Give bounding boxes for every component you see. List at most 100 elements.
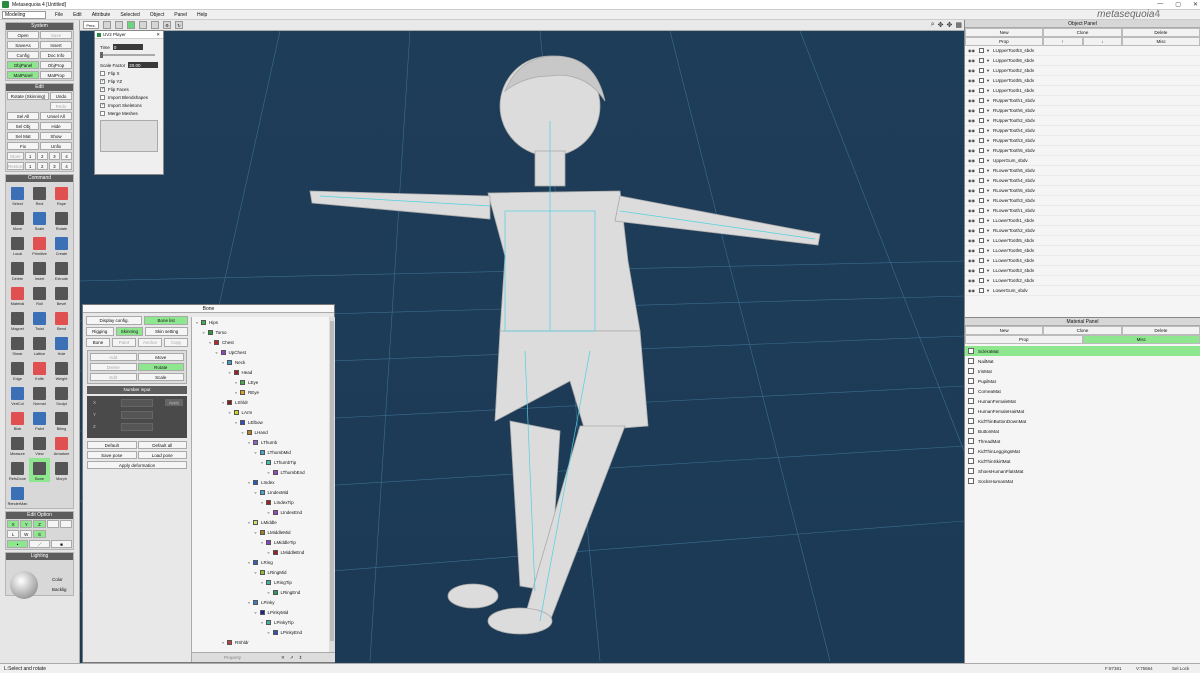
- matprop-button[interactable]: MatProp: [40, 71, 72, 79]
- object-misc-button[interactable]: Misc: [1122, 37, 1200, 46]
- object-row[interactable]: ◉◉ ▼ LLowerTooth2_sbdv: [965, 276, 1200, 286]
- command-refsdone[interactable]: RefsDone: [7, 458, 28, 482]
- pan-icon[interactable]: ✥: [938, 21, 944, 29]
- fix-button[interactable]: Fix: [7, 142, 39, 150]
- checkbox[interactable]: ✓: [100, 78, 105, 84]
- object-row[interactable]: ◉◉ ▼ RUpperTooth3_sbdv: [965, 136, 1200, 146]
- visibility-icon[interactable]: ◉◉: [968, 278, 977, 283]
- delete-bone-button[interactable]: Delete: [90, 363, 137, 371]
- bone-node-lpinky[interactable]: ▿ LPinky: [192, 597, 335, 607]
- visibility-icon[interactable]: ◉◉: [968, 268, 977, 273]
- expand-arrow-icon[interactable]: ▼: [986, 258, 991, 263]
- rotate-view-icon[interactable]: ✥: [947, 21, 953, 29]
- command-insert[interactable]: Insert: [29, 258, 50, 282]
- bone-node-lpinkytip[interactable]: ▿ LPinkyTip: [192, 617, 335, 627]
- object-new-button[interactable]: New: [965, 28, 1044, 37]
- lock-checkbox[interactable]: [979, 158, 984, 163]
- visibility-icon[interactable]: ◉◉: [968, 148, 977, 153]
- material-prop-button[interactable]: Prop: [965, 335, 1083, 344]
- material-row[interactable]: ScleraMat: [965, 346, 1200, 356]
- lock-checkbox[interactable]: [979, 68, 984, 73]
- command-primitive[interactable]: Primitive: [29, 233, 50, 257]
- command-roll[interactable]: Roll: [29, 283, 50, 307]
- option-flip-faces[interactable]: ✓ Flip Faces: [95, 85, 163, 93]
- visibility-icon[interactable]: ◉◉: [968, 208, 977, 213]
- lock-checkbox[interactable]: [979, 98, 984, 103]
- mode-select[interactable]: Modeling: [2, 10, 46, 19]
- visibility-icon[interactable]: ◉◉: [968, 48, 977, 53]
- expand-arrow-icon[interactable]: ▼: [986, 198, 991, 203]
- material-row[interactable]: HumanFemaleMat: [965, 396, 1200, 406]
- bone-node-lindexend[interactable]: ▿ LIndexEnd: [192, 507, 335, 517]
- lock-checkbox[interactable]: [979, 168, 984, 173]
- sel-all-button[interactable]: Sel All: [7, 112, 39, 120]
- bone-node-lshldr[interactable]: ▿ LShldr: [192, 397, 335, 407]
- lock-checkbox[interactable]: [979, 248, 984, 253]
- object-prop-button[interactable]: Prop: [965, 37, 1043, 46]
- undo-button[interactable]: Undo: [50, 92, 72, 100]
- expand-arrow-icon[interactable]: ▼: [986, 78, 991, 83]
- light-sphere[interactable]: [10, 571, 38, 599]
- bone-node-lhand[interactable]: ▿ LHand: [192, 427, 335, 437]
- expand-arrow-icon[interactable]: ▼: [986, 268, 991, 273]
- lock-checkbox[interactable]: [979, 228, 984, 233]
- command-material[interactable]: Material: [7, 283, 28, 307]
- visibility-icon[interactable]: ◉◉: [968, 88, 977, 93]
- command-hole[interactable]: Hole: [51, 333, 72, 357]
- visibility-icon[interactable]: ◉◉: [968, 238, 977, 243]
- rotate-button[interactable]: Rotate: [137, 363, 184, 371]
- visibility-icon[interactable]: ◉◉: [968, 158, 977, 163]
- menu-file[interactable]: File: [50, 12, 68, 18]
- unfix-button[interactable]: Unfix: [40, 142, 72, 150]
- save-pose-button[interactable]: Save pose: [87, 451, 137, 459]
- command-rect[interactable]: Rect: [29, 183, 50, 207]
- snap-icon[interactable]: [46, 520, 59, 528]
- expand-arrow-icon[interactable]: ▼: [986, 208, 991, 213]
- light-icon[interactable]: [139, 21, 147, 29]
- bone-node-reye[interactable]: ▿ REye: [192, 387, 335, 397]
- bone-node-lthumbmid[interactable]: ▿ LThumbMid: [192, 447, 335, 457]
- object-row[interactable]: ◉◉ ▼ LLowerTooth6_sbdv: [965, 246, 1200, 256]
- command-twist[interactable]: Twist: [29, 308, 50, 332]
- material-row[interactable]: ThreadMat: [965, 436, 1200, 446]
- apply-deformation-button[interactable]: Apply deformation: [87, 461, 187, 469]
- sym-icon[interactable]: [59, 520, 73, 528]
- bone-node-leye[interactable]: ▿ LEye: [192, 377, 335, 387]
- lock-checkbox[interactable]: [979, 198, 984, 203]
- maximize-button[interactable]: ▢: [1175, 1, 1181, 8]
- object-row[interactable]: ◉◉ ▼ LLowerTooth4_sbdv: [965, 256, 1200, 266]
- visibility-icon[interactable]: ◉◉: [968, 178, 977, 183]
- material-row[interactable]: ButtonMat: [965, 426, 1200, 436]
- lock-checkbox[interactable]: [979, 88, 984, 93]
- material-row[interactable]: PupilMat: [965, 376, 1200, 386]
- expand-arrow-icon[interactable]: ▼: [986, 178, 991, 183]
- lock-checkbox[interactable]: [979, 258, 984, 263]
- bone-node-lelbow[interactable]: ▿ LElbow: [192, 417, 335, 427]
- object-row[interactable]: ◉◉ ▼ LUpperTooth6_sbdv: [965, 56, 1200, 66]
- x-input[interactable]: [121, 399, 153, 407]
- sel-obj-button[interactable]: Sel Obj: [7, 122, 39, 130]
- show-button[interactable]: Show: [40, 132, 72, 140]
- restore-slot-4[interactable]: 4: [60, 162, 73, 170]
- menu-edit[interactable]: Edit: [68, 12, 87, 18]
- object-row[interactable]: ◉◉ ▼ LUpperTooth2_sbdv: [965, 66, 1200, 76]
- command-lattice[interactable]: Lattice: [29, 333, 50, 357]
- object-row[interactable]: ◉◉ ▼ RUpperTooth4_sbdv: [965, 126, 1200, 136]
- object-row[interactable]: ◉◉ ▼ RLowerTooth5_sbdv: [965, 186, 1200, 196]
- bone-node-lmiddlemid[interactable]: ▿ LMiddleMid: [192, 527, 335, 537]
- object-row[interactable]: ◉◉ ▼ RUpperTooth1_sbdv: [965, 96, 1200, 106]
- expand-arrow-icon[interactable]: ▼: [986, 148, 991, 153]
- material-clone-button[interactable]: Clone: [1043, 326, 1122, 335]
- object-clone-button[interactable]: Clone: [1043, 28, 1122, 37]
- lock-checkbox[interactable]: [979, 238, 984, 243]
- menu-selected[interactable]: Selected: [115, 12, 144, 18]
- option-flip-x[interactable]: Flip X: [95, 69, 163, 77]
- close-icon[interactable]: ✕: [281, 655, 285, 661]
- zoom-icon[interactable]: ⌕: [931, 21, 935, 29]
- object-row[interactable]: ◉◉ ▼ LLowerTooth1_sbdv: [965, 216, 1200, 226]
- visibility-icon[interactable]: ◉◉: [968, 118, 977, 123]
- command-select[interactable]: Select: [7, 183, 28, 207]
- material-row[interactable]: HumanFemaleHairMat: [965, 406, 1200, 416]
- bone-node-lindexmid[interactable]: ▿ LIndexMid: [192, 487, 335, 497]
- rotate-skinning-button[interactable]: Rotate (Skinning): [7, 92, 49, 100]
